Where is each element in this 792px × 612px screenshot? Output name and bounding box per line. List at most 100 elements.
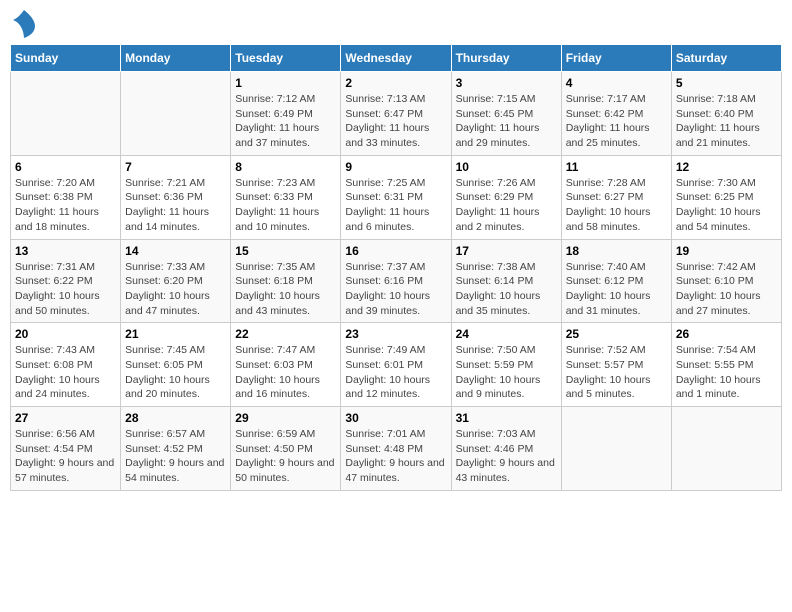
day-number: 14	[125, 244, 226, 258]
day-detail: Sunrise: 7:17 AM Sunset: 6:42 PM Dayligh…	[566, 92, 667, 151]
calendar-cell: 2 Sunrise: 7:13 AM Sunset: 6:47 PM Daylig…	[341, 72, 451, 156]
calendar-cell: 29Sunrise: 6:59 AM Sunset: 4:50 PM Dayli…	[231, 407, 341, 491]
day-detail: Sunrise: 6:56 AM Sunset: 4:54 PM Dayligh…	[15, 427, 116, 486]
day-number: 7	[125, 160, 226, 174]
day-detail: Sunrise: 7:52 AM Sunset: 5:57 PM Dayligh…	[566, 343, 667, 402]
day-detail: Sunrise: 7:01 AM Sunset: 4:48 PM Dayligh…	[345, 427, 446, 486]
calendar-cell: 3Sunrise: 7:15 AM Sunset: 6:45 PM Daylig…	[451, 72, 561, 156]
day-number: 26	[676, 327, 777, 341]
calendar-cell: 21Sunrise: 7:45 AM Sunset: 6:05 PM Dayli…	[121, 323, 231, 407]
calendar-cell: 11 Sunrise: 7:28 AM Sunset: 6:27 PM Dayli…	[561, 155, 671, 239]
calendar-cell: 31Sunrise: 7:03 AM Sunset: 4:46 PM Dayli…	[451, 407, 561, 491]
calendar-cell: 15 Sunrise: 7:35 AM Sunset: 6:18 PM Dayli…	[231, 239, 341, 323]
day-number: 6	[15, 160, 116, 174]
day-number: 13	[15, 244, 116, 258]
day-number: 9	[345, 160, 446, 174]
day-detail: Sunrise: 7:23 AM Sunset: 6:33 PM Dayligh…	[235, 176, 336, 235]
calendar-cell	[561, 407, 671, 491]
day-detail: Sunrise: 7:50 AM Sunset: 5:59 PM Dayligh…	[456, 343, 557, 402]
day-number: 19	[676, 244, 777, 258]
calendar-cell: 8 Sunrise: 7:23 AM Sunset: 6:33 PM Daylig…	[231, 155, 341, 239]
day-number: 12	[676, 160, 777, 174]
day-detail: Sunrise: 7:54 AM Sunset: 5:55 PM Dayligh…	[676, 343, 777, 402]
calendar-cell: 18 Sunrise: 7:40 AM Sunset: 6:12 PM Dayli…	[561, 239, 671, 323]
calendar-cell: 13 Sunrise: 7:31 AM Sunset: 6:22 PM Dayli…	[11, 239, 121, 323]
day-detail: Sunrise: 7:43 AM Sunset: 6:08 PM Dayligh…	[15, 343, 116, 402]
day-number: 25	[566, 327, 667, 341]
weekday-header-row: SundayMondayTuesdayWednesdayThursdayFrid…	[11, 45, 782, 72]
calendar-cell: 17 Sunrise: 7:38 AM Sunset: 6:14 PM Dayli…	[451, 239, 561, 323]
day-detail: Sunrise: 7:45 AM Sunset: 6:05 PM Dayligh…	[125, 343, 226, 402]
day-detail: Sunrise: 7:47 AM Sunset: 6:03 PM Dayligh…	[235, 343, 336, 402]
day-detail: Sunrise: 7:49 AM Sunset: 6:01 PM Dayligh…	[345, 343, 446, 402]
day-detail: Sunrise: 7:37 AM Sunset: 6:16 PM Dayligh…	[345, 260, 446, 319]
calendar-cell	[121, 72, 231, 156]
day-detail: Sunrise: 7:38 AM Sunset: 6:14 PM Dayligh…	[456, 260, 557, 319]
calendar-cell	[671, 407, 781, 491]
calendar-cell: 24 Sunrise: 7:50 AM Sunset: 5:59 PM Dayli…	[451, 323, 561, 407]
calendar-cell: 6 Sunrise: 7:20 AM Sunset: 6:38 PM Daylig…	[11, 155, 121, 239]
day-number: 29	[235, 411, 336, 425]
weekday-header-wednesday: Wednesday	[341, 45, 451, 72]
day-number: 15	[235, 244, 336, 258]
day-detail: Sunrise: 7:20 AM Sunset: 6:38 PM Dayligh…	[15, 176, 116, 235]
day-number: 5	[676, 76, 777, 90]
calendar-table: SundayMondayTuesdayWednesdayThursdayFrid…	[10, 44, 782, 491]
day-detail: Sunrise: 6:57 AM Sunset: 4:52 PM Dayligh…	[125, 427, 226, 486]
day-number: 27	[15, 411, 116, 425]
day-detail: Sunrise: 7:40 AM Sunset: 6:12 PM Dayligh…	[566, 260, 667, 319]
day-number: 22	[235, 327, 336, 341]
calendar-cell: 12 Sunrise: 7:30 AM Sunset: 6:25 PM Dayli…	[671, 155, 781, 239]
calendar-cell: 9 Sunrise: 7:25 AM Sunset: 6:31 PM Daylig…	[341, 155, 451, 239]
day-detail: Sunrise: 7:30 AM Sunset: 6:25 PM Dayligh…	[676, 176, 777, 235]
calendar-week-row: 20Sunrise: 7:43 AM Sunset: 6:08 PM Dayli…	[11, 323, 782, 407]
calendar-cell: 27 Sunrise: 6:56 AM Sunset: 4:54 PM Dayli…	[11, 407, 121, 491]
weekday-header-friday: Friday	[561, 45, 671, 72]
day-detail: Sunrise: 7:42 AM Sunset: 6:10 PM Dayligh…	[676, 260, 777, 319]
calendar-week-row: 1 Sunrise: 7:12 AM Sunset: 6:49 PM Daylig…	[11, 72, 782, 156]
calendar-cell: 1 Sunrise: 7:12 AM Sunset: 6:49 PM Daylig…	[231, 72, 341, 156]
day-number: 17	[456, 244, 557, 258]
calendar-cell: 10 Sunrise: 7:26 AM Sunset: 6:29 PM Dayli…	[451, 155, 561, 239]
day-number: 23	[345, 327, 446, 341]
day-number: 11	[566, 160, 667, 174]
calendar-week-row: 27 Sunrise: 6:56 AM Sunset: 4:54 PM Dayli…	[11, 407, 782, 491]
weekday-header-thursday: Thursday	[451, 45, 561, 72]
calendar-cell: 26 Sunrise: 7:54 AM Sunset: 5:55 PM Dayli…	[671, 323, 781, 407]
day-detail: Sunrise: 7:28 AM Sunset: 6:27 PM Dayligh…	[566, 176, 667, 235]
calendar-cell: 7 Sunrise: 7:21 AM Sunset: 6:36 PM Daylig…	[121, 155, 231, 239]
day-number: 2	[345, 76, 446, 90]
calendar-cell: 28 Sunrise: 6:57 AM Sunset: 4:52 PM Dayli…	[121, 407, 231, 491]
day-number: 30	[345, 411, 446, 425]
day-number: 28	[125, 411, 226, 425]
day-detail: Sunrise: 7:31 AM Sunset: 6:22 PM Dayligh…	[15, 260, 116, 319]
logo	[10, 10, 35, 38]
day-detail: Sunrise: 7:12 AM Sunset: 6:49 PM Dayligh…	[235, 92, 336, 151]
day-detail: Sunrise: 7:03 AM Sunset: 4:46 PM Dayligh…	[456, 427, 557, 486]
calendar-cell: 5 Sunrise: 7:18 AM Sunset: 6:40 PM Daylig…	[671, 72, 781, 156]
day-detail: Sunrise: 7:21 AM Sunset: 6:36 PM Dayligh…	[125, 176, 226, 235]
logo-bird-icon	[13, 10, 35, 38]
weekday-header-sunday: Sunday	[11, 45, 121, 72]
day-number: 1	[235, 76, 336, 90]
day-number: 16	[345, 244, 446, 258]
day-number: 3	[456, 76, 557, 90]
day-detail: Sunrise: 7:13 AM Sunset: 6:47 PM Dayligh…	[345, 92, 446, 151]
day-number: 8	[235, 160, 336, 174]
day-detail: Sunrise: 7:25 AM Sunset: 6:31 PM Dayligh…	[345, 176, 446, 235]
weekday-header-tuesday: Tuesday	[231, 45, 341, 72]
calendar-week-row: 13 Sunrise: 7:31 AM Sunset: 6:22 PM Dayli…	[11, 239, 782, 323]
day-number: 24	[456, 327, 557, 341]
calendar-cell: 14 Sunrise: 7:33 AM Sunset: 6:20 PM Dayli…	[121, 239, 231, 323]
day-detail: Sunrise: 7:33 AM Sunset: 6:20 PM Dayligh…	[125, 260, 226, 319]
day-number: 10	[456, 160, 557, 174]
calendar-cell: 25 Sunrise: 7:52 AM Sunset: 5:57 PM Dayli…	[561, 323, 671, 407]
weekday-header-saturday: Saturday	[671, 45, 781, 72]
calendar-cell: 22 Sunrise: 7:47 AM Sunset: 6:03 PM Dayli…	[231, 323, 341, 407]
day-detail: Sunrise: 7:18 AM Sunset: 6:40 PM Dayligh…	[676, 92, 777, 151]
day-detail: Sunrise: 7:35 AM Sunset: 6:18 PM Dayligh…	[235, 260, 336, 319]
day-detail: Sunrise: 7:26 AM Sunset: 6:29 PM Dayligh…	[456, 176, 557, 235]
calendar-cell: 16 Sunrise: 7:37 AM Sunset: 6:16 PM Dayli…	[341, 239, 451, 323]
day-number: 18	[566, 244, 667, 258]
calendar-cell: 19 Sunrise: 7:42 AM Sunset: 6:10 PM Dayli…	[671, 239, 781, 323]
